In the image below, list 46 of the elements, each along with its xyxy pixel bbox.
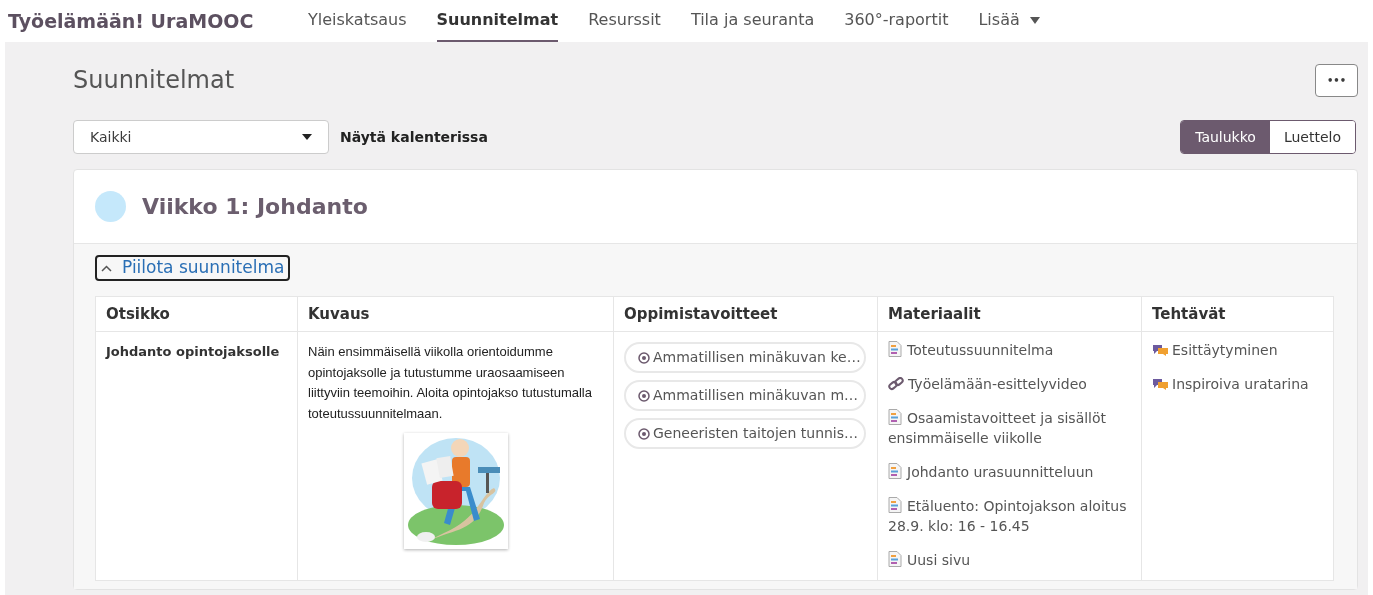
speech-bubbles-icon — [1152, 378, 1169, 390]
target-icon — [638, 389, 650, 402]
view-toggle-button[interactable]: Luettelo — [1269, 121, 1355, 153]
material-link[interactable]: Johdanto urasuunnitteluun — [888, 462, 1131, 482]
view-toggle-button[interactable]: Taulukko — [1181, 121, 1270, 153]
document-icon — [888, 551, 902, 567]
target-icon — [638, 427, 650, 440]
target-icon — [638, 351, 650, 364]
calendar-link[interactable]: Näytä kalenterissa — [340, 126, 488, 148]
learning-goal-pill[interactable]: Geneeristen taitojen tunnis… — [624, 418, 866, 449]
site-title[interactable]: Työelämään! UraMOOC — [8, 6, 308, 36]
material-link[interactable]: Osaamistavoitteet ja sisällöt ensimmäiselle viikolle — [888, 408, 1131, 448]
task-link[interactable]: Esittäytyminen — [1152, 340, 1325, 360]
document-icon — [888, 497, 902, 513]
nav-tab[interactable]: Lisää — [978, 0, 1040, 42]
nav-tab[interactable]: 360°-raportit — [844, 0, 949, 42]
filter-dropdown[interactable]: Kaikki — [73, 120, 329, 154]
material-link[interactable]: Työelämään-esittelyvideo — [888, 374, 1131, 394]
chevron-up-icon — [101, 264, 112, 272]
hide-plan-button[interactable]: Piilota suunnitelma — [95, 255, 291, 281]
caret-icon — [302, 134, 312, 140]
document-icon — [888, 409, 902, 425]
learning-goal-pill[interactable]: Ammatillisen minäkuvan m… — [624, 380, 866, 411]
document-icon — [888, 341, 902, 357]
column-header: Otsikko — [105, 303, 171, 325]
chain-link-icon — [888, 377, 904, 391]
column-header: Materiaalit — [877, 297, 1141, 331]
caret-icon — [1029, 16, 1040, 24]
learning-goal-pill[interactable]: Ammatillisen minäkuvan ke… — [624, 342, 866, 373]
document-icon — [888, 463, 902, 479]
column-header: Oppimistavoitteet — [613, 297, 877, 331]
nav-tab[interactable]: Resurssit — [588, 0, 661, 42]
page-title: Suunnitelmat — [73, 65, 235, 96]
nav-tab[interactable]: Yleiskatsaus — [308, 0, 407, 42]
material-link[interactable]: Etäluento: Opintojakson aloitus 28.9. klo: 16 - 16.45 — [888, 496, 1131, 536]
nav-tab[interactable]: Tila ja seuranta — [690, 0, 815, 42]
column-header: Kuvaus — [297, 297, 613, 331]
speech-bubbles-icon — [1152, 344, 1169, 356]
material-link[interactable]: Uusi sivu — [888, 550, 1131, 570]
description-text: Näin ensimmäisellä viikolla orientoidumme opintojaksolle ja tutustumme uraosaamiseen liittyviin teemoihin. Aloita opintojakso tutustumalla toteutussuunnitelmaan. — [308, 343, 593, 423]
row-title: Johdanto opintojaksolle — [106, 343, 281, 361]
task-link[interactable]: Inspiroiva uratarina — [1152, 374, 1325, 394]
more-options-button[interactable]: ••• — [1315, 64, 1358, 97]
material-link[interactable]: Toteutussuunnitelma — [888, 340, 1131, 360]
column-header: Tehtävät — [1141, 297, 1335, 331]
plan-title: Viikko 1: Johdanto — [142, 193, 368, 221]
